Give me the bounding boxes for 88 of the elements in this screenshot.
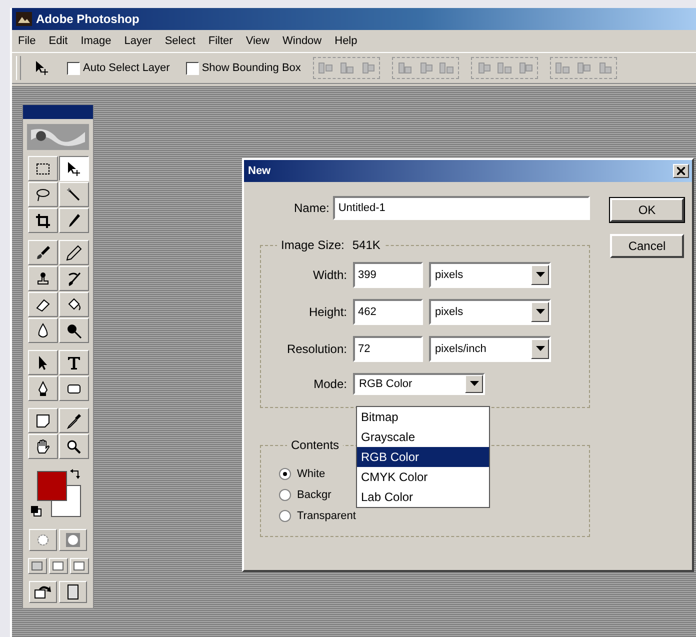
circle-icon [36,533,50,547]
move-icon [66,160,82,176]
menu-item[interactable]: File [18,35,36,47]
close-button[interactable] [673,164,689,178]
dialog-button[interactable]: Cancel [610,234,684,258]
note-icon [34,412,50,428]
radio-button[interactable] [279,510,291,522]
dropdown-option[interactable]: RGB Color [357,447,489,467]
eraser-icon [34,296,50,312]
menu-item[interactable]: Layer [124,35,152,47]
size-value: 541K [352,238,380,252]
number-field[interactable]: 399 [353,262,423,288]
tool-button[interactable] [58,156,88,181]
crop-icon [34,212,50,228]
dropdown-arrow-icon [536,272,544,278]
radio-label: White [297,468,326,480]
menu-item[interactable]: Select [164,35,196,47]
checkbox-label: Show Bounding Box [202,62,301,74]
swap-arrow-icon[interactable] [69,468,81,480]
wand-icon [66,186,82,202]
dodge-icon [66,322,82,338]
checkbox[interactable] [67,62,80,74]
circle-icon [66,533,80,547]
radio-label: Backgr [297,489,332,501]
field-label: Resolution: [286,342,347,356]
window-icon [73,561,85,571]
dropdown-arrow-icon [470,381,478,387]
menu-item[interactable]: View [246,35,270,47]
unit-dropdown[interactable]: pixels [429,262,551,288]
dialog-title: New [248,165,271,177]
hand-icon [34,438,50,454]
lasso-icon [34,186,50,202]
radio-button[interactable] [279,468,291,480]
window-icon [52,561,64,571]
brush-icon [34,244,50,260]
menu-item[interactable]: Help [334,35,358,47]
mode-dropdown[interactable]: RGB Color [353,373,485,395]
menu-item[interactable]: Edit [48,35,68,47]
marquee-icon [34,160,50,176]
dropdown-arrow-icon [536,309,544,315]
dropdown-arrow-icon [536,346,544,352]
jump-button[interactable] [59,581,87,603]
field-label: Width: [312,268,347,282]
dropdown-option[interactable]: Bitmap [357,407,489,427]
number-field[interactable]: 72 [353,336,423,362]
dropdown-option[interactable]: Grayscale [357,427,489,447]
number-field[interactable]: 462 [353,299,423,325]
window-icon [31,561,43,571]
screen-mode-button[interactable] [28,558,46,574]
radio-label: Transparent [297,510,356,522]
pencil-icon [66,244,82,260]
stamp-icon [34,270,50,286]
standard-mode-button[interactable] [29,529,57,551]
checkbox-label: Auto Select Layer [83,62,170,74]
type-icon [66,354,82,370]
logo-icon [27,124,89,150]
radio-button[interactable] [279,489,291,501]
default-colors-icon[interactable] [30,505,42,517]
bucket-icon [66,296,82,312]
window-title: Adobe Photoshop [36,12,140,26]
document-icon [66,584,80,600]
dialog-button[interactable]: OK [610,198,684,222]
unit-dropdown[interactable]: pixels/inch [429,336,551,362]
toolbox-title-bar [23,105,93,119]
move-icon[interactable] [33,60,51,76]
dropdown-option[interactable]: CMYK Color [357,467,489,487]
unit-dropdown[interactable]: pixels [429,299,551,325]
field-label: Name: [294,201,330,215]
screen-mode-button[interactable] [48,558,68,574]
app-icon [16,12,32,26]
menu-item[interactable]: Window [282,35,322,47]
group-label: Image Size: [281,238,344,252]
eyedropper-icon [66,412,82,428]
field-label: Mode: [312,377,347,391]
jump-button[interactable] [29,581,57,603]
dropdown-option[interactable]: Lab Color [357,487,489,507]
menu-item[interactable]: Image [80,35,112,47]
menu-item[interactable]: Filter [208,35,233,47]
magnifier-icon [66,438,82,454]
screen-mode-button[interactable] [70,558,88,574]
checkbox[interactable] [186,62,199,74]
quick-mask-button[interactable] [59,529,87,551]
close-icon [677,167,685,175]
field-label: Height: [308,305,347,319]
jump-arrow-icon [33,584,53,600]
group-label: Contents [291,438,340,452]
name-field[interactable]: Untitled-1 [333,196,590,220]
color-swatches-drawing[interactable] [37,471,81,517]
